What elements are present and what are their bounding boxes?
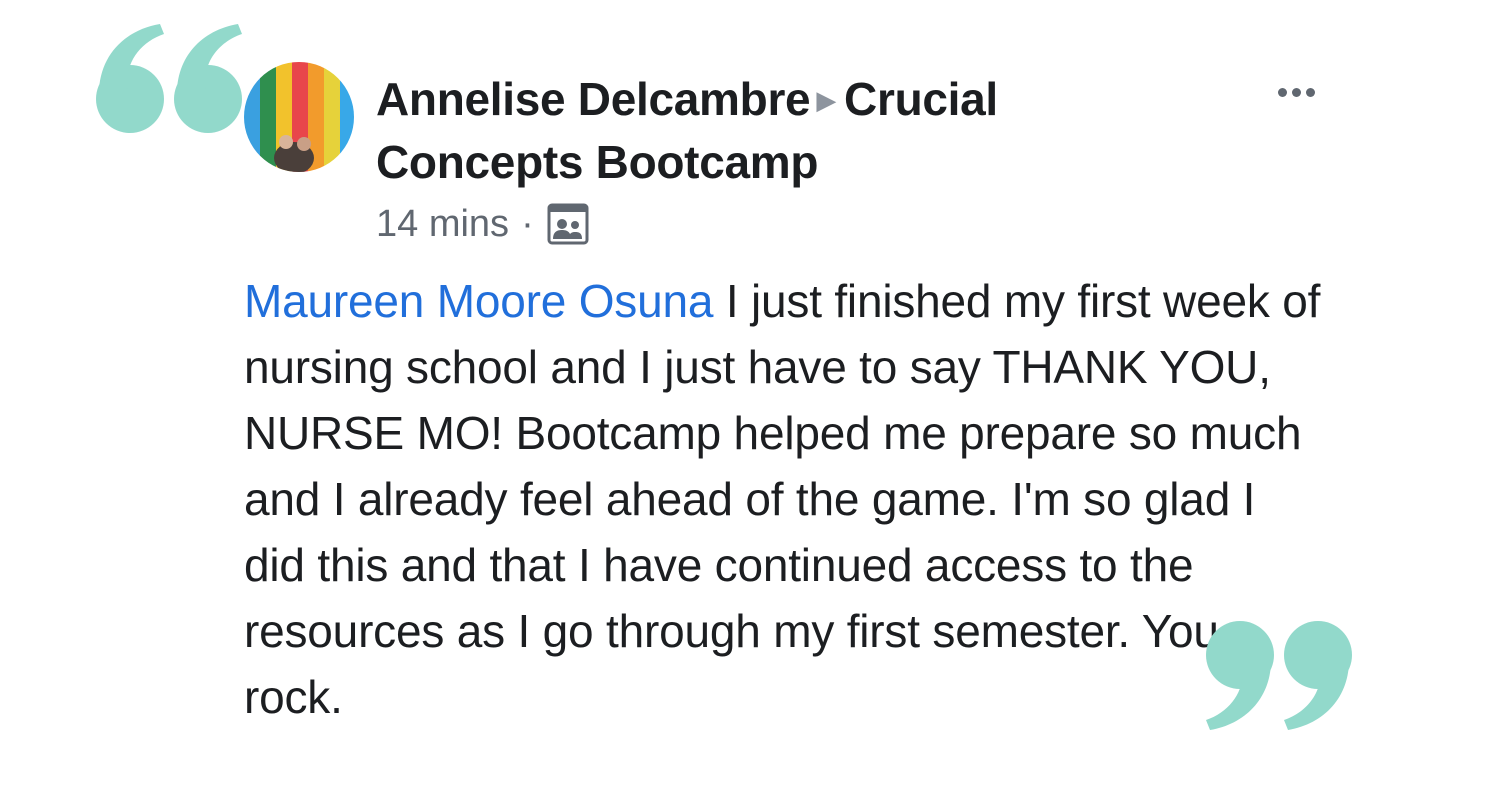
arrow-right-icon: ▶	[816, 85, 837, 115]
timestamp[interactable]: 14 mins	[376, 203, 509, 246]
meta-separator: ·	[521, 202, 534, 245]
post-text: I just finished my first week of nursing…	[244, 275, 1321, 723]
post-body: Maureen Moore Osuna I just finished my f…	[244, 268, 1324, 730]
more-options-button[interactable]	[1270, 78, 1322, 106]
more-dot	[1305, 87, 1315, 97]
post-meta: 14 mins ·	[376, 198, 590, 250]
close-quote-icon	[1182, 620, 1352, 732]
group-icon	[546, 202, 590, 246]
more-dot	[1291, 87, 1301, 97]
avatar[interactable]	[244, 62, 354, 172]
author-name[interactable]: Annelise Delcambre	[376, 73, 811, 125]
mention-link[interactable]: Maureen Moore Osuna	[244, 275, 713, 327]
more-dot	[1277, 87, 1287, 97]
post-header: Annelise Delcambre ▶ Crucial Concepts Boot…	[376, 68, 1136, 193]
